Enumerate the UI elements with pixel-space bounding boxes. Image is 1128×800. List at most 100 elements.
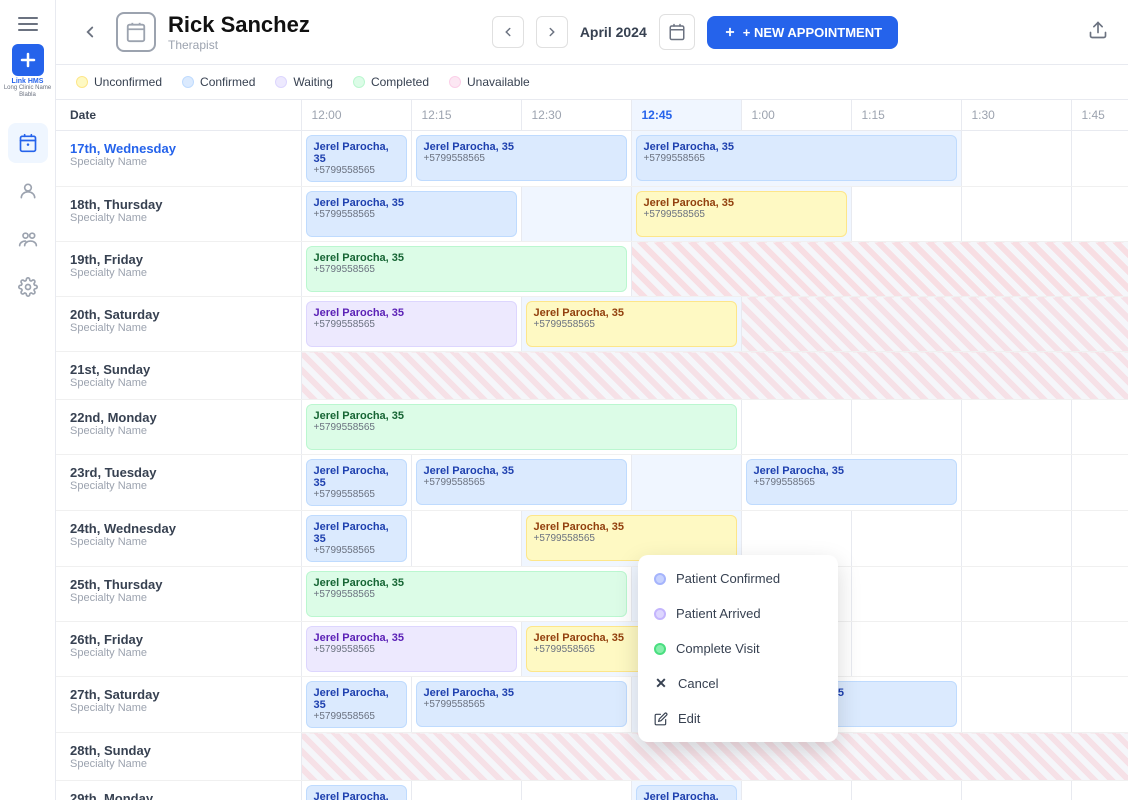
appt-patient-name: Jerel Parocha, 35 <box>644 791 729 800</box>
sidebar-item-person[interactable] <box>8 171 48 211</box>
cell-17-1200[interactable]: Jerel Parocha, 35 +5799558565 <box>301 131 411 187</box>
appointment-block[interactable]: Jerel Parocha, 35 +5799558565 <box>306 515 407 562</box>
cell-20-1230[interactable]: Jerel Parocha, 35 +5799558565 <box>521 297 741 352</box>
appointment-block[interactable]: Jerel Parocha, 35 +5799558565 <box>306 246 627 292</box>
cell-25-115 <box>851 567 961 622</box>
menu-item-patient-confirmed[interactable]: Patient Confirmed <box>638 561 838 596</box>
appointment-block[interactable]: Jerel Parocha, 35 +5799558565 <box>306 626 517 672</box>
appt-patient-name: Jerel Parocha, 35 <box>534 307 729 319</box>
appointment-block[interactable]: Jerel Parocha, 35 +5799558565 <box>636 785 737 800</box>
appointment-block[interactable]: Jerel Parocha, 35 +5799558565 <box>636 191 847 237</box>
appointment-block[interactable]: Jerel Parocha, 35 +5799558565 <box>306 301 517 347</box>
cell-23-1200[interactable]: Jerel Parocha, 35 +5799558565 <box>301 455 411 511</box>
cell-25-1200[interactable]: Jerel Parocha, 35 +5799558565 <box>301 567 631 622</box>
cell-24-145 <box>1071 511 1128 567</box>
cell-17-1215[interactable]: Jerel Parocha, 35 +5799558565 <box>411 131 631 187</box>
top-header: Rick Sanchez Therapist April 2024 <box>56 0 1128 65</box>
time-header-1215: 12:15 <box>411 100 521 131</box>
cell-23-1215[interactable]: Jerel Parocha, 35 +5799558565 <box>411 455 631 511</box>
table-row: 29th, Monday Specialty Name Jerel Paroch… <box>56 781 1128 800</box>
table-row: 22nd, Monday Specialty Name Jerel Paroch… <box>56 400 1128 455</box>
appointment-block[interactable]: Jerel Parocha, 35 +5799558565 <box>526 301 737 347</box>
cell-27-115 <box>961 677 1071 733</box>
appointment-block[interactable]: Jerel Parocha, 35 +5799558565 <box>306 459 407 506</box>
cell-22-1200[interactable]: Jerel Parocha, 35 +5799558565 <box>301 400 741 455</box>
confirmed-status-dot <box>654 573 666 585</box>
cell-29-1200[interactable]: Jerel Parocha, 35 +5799558565 <box>301 781 411 800</box>
appointment-block[interactable]: Jerel Parocha, 35 +5799558565 <box>416 681 627 727</box>
date-cell-18: 18th, Thursday Specialty Name <box>56 187 301 242</box>
export-icon[interactable] <box>1088 20 1108 45</box>
appt-phone: +5799558565 <box>424 153 619 164</box>
cell-27-130 <box>1071 677 1128 733</box>
cell-24-1200[interactable]: Jerel Parocha, 35 +5799558565 <box>301 511 411 567</box>
cell-26-145 <box>1071 622 1128 677</box>
cell-18-1245[interactable]: Jerel Parocha, 35 +5799558565 <box>631 187 851 242</box>
appointment-block[interactable]: Jerel Parocha, 35 +5799558565 <box>306 571 627 617</box>
cell-20-unavailable <box>741 297 1128 352</box>
table-row: 17th, Wednesday Specialty Name Jerel Par… <box>56 131 1128 187</box>
table-row: 24th, Wednesday Specialty Name Jerel Par… <box>56 511 1128 567</box>
provider-name: Rick Sanchez <box>168 12 310 38</box>
legend-unconfirmed-label: Unconfirmed <box>94 75 162 89</box>
calendar-table: Date 12:00 12:15 12:30 12:45 1:00 1:15 1… <box>56 100 1128 800</box>
time-header-1230: 12:30 <box>521 100 631 131</box>
cell-25-145 <box>1071 567 1128 622</box>
date-specialty-17: Specialty Name <box>70 156 287 168</box>
appt-phone: +5799558565 <box>424 477 619 488</box>
calendar-picker-button[interactable] <box>659 14 695 50</box>
unavailable-dot-legend <box>449 76 461 88</box>
menu-item-complete-visit[interactable]: Complete Visit <box>638 631 838 666</box>
prev-month-button[interactable] <box>492 16 524 48</box>
date-cell-23: 23rd, Tuesday Specialty Name <box>56 455 301 511</box>
date-cell-21: 21st, Sunday Specialty Name <box>56 352 301 400</box>
appt-phone: +5799558565 <box>534 319 729 330</box>
new-appointment-button[interactable]: + NEW APPOINTMENT <box>707 16 898 49</box>
cell-17-1245[interactable]: Jerel Parocha, 35 +5799558565 <box>631 131 961 187</box>
date-label-24: 24th, Wednesday <box>70 521 287 536</box>
cell-29-1245[interactable]: Jerel Parocha, 35 +5799558565 <box>631 781 741 800</box>
next-month-button[interactable] <box>536 16 568 48</box>
completed-dot-legend <box>353 76 365 88</box>
cell-27-1215[interactable]: Jerel Parocha, 35 +5799558565 <box>411 677 631 733</box>
context-menu: Patient Confirmed Patient Arrived Comple… <box>638 555 838 742</box>
cell-23-100[interactable]: Jerel Parocha, 35 +5799558565 <box>741 455 961 511</box>
time-header-row: Date 12:00 12:15 12:30 12:45 1:00 1:15 1… <box>56 100 1128 131</box>
appt-patient-name: Jerel Parocha, 35 <box>644 197 839 209</box>
date-specialty-26: Specialty Name <box>70 647 287 659</box>
cell-20-1200[interactable]: Jerel Parocha, 35 +5799558565 <box>301 297 521 352</box>
appointment-block[interactable]: Jerel Parocha, 35 +5799558565 <box>306 681 407 728</box>
app-logo: Link HMS Long Clinic Name Blabla <box>0 44 55 99</box>
cell-26-1200[interactable]: Jerel Parocha, 35 +5799558565 <box>301 622 521 677</box>
appointment-block[interactable]: Jerel Parocha, 35 +5799558565 <box>306 191 517 237</box>
hamburger-menu-icon[interactable] <box>16 12 40 36</box>
cell-22-115 <box>851 400 961 455</box>
appointment-block[interactable]: Jerel Parocha, 35 +5799558565 <box>746 459 957 505</box>
cell-27-1200[interactable]: Jerel Parocha, 35 +5799558565 <box>301 677 411 733</box>
cell-18-1200[interactable]: Jerel Parocha, 35 +5799558565 <box>301 187 521 242</box>
date-label-18: 18th, Thursday <box>70 197 287 212</box>
date-cell-24: 24th, Wednesday Specialty Name <box>56 511 301 567</box>
menu-item-edit[interactable]: Edit <box>638 701 838 736</box>
appointment-block[interactable]: Jerel Parocha, 35 +5799558565 <box>306 135 407 182</box>
cell-17-130 <box>1071 131 1128 187</box>
menu-item-patient-arrived[interactable]: Patient Arrived <box>638 596 838 631</box>
sidebar-item-group[interactable] <box>8 219 48 259</box>
date-specialty-25: Specialty Name <box>70 592 287 604</box>
sidebar-item-settings[interactable] <box>8 267 48 307</box>
appointment-block[interactable]: Jerel Parocha, 35 +5799558565 <box>636 135 957 181</box>
appointment-block[interactable]: Jerel Parocha, 35 +5799558565 <box>306 404 737 450</box>
appointment-block[interactable]: Jerel Parocha, 35 +5799558565 <box>306 785 407 800</box>
date-specialty-18: Specialty Name <box>70 212 287 224</box>
cell-19-1200[interactable]: Jerel Parocha, 35 +5799558565 <box>301 242 631 297</box>
menu-item-cancel[interactable]: ✕ Cancel <box>638 666 838 701</box>
back-button[interactable] <box>76 18 104 46</box>
date-cell-25: 25th, Thursday Specialty Name <box>56 567 301 622</box>
sidebar-item-calendar[interactable] <box>8 123 48 163</box>
appointment-block[interactable]: Jerel Parocha, 35 +5799558565 <box>416 459 627 505</box>
time-header-130: 1:30 <box>961 100 1071 131</box>
cell-24-130 <box>961 511 1071 567</box>
table-row: 18th, Thursday Specialty Name Jerel Paro… <box>56 187 1128 242</box>
appointment-block[interactable]: Jerel Parocha, 35 +5799558565 <box>416 135 627 181</box>
appt-patient-name: Jerel Parocha, 35 <box>754 465 949 477</box>
